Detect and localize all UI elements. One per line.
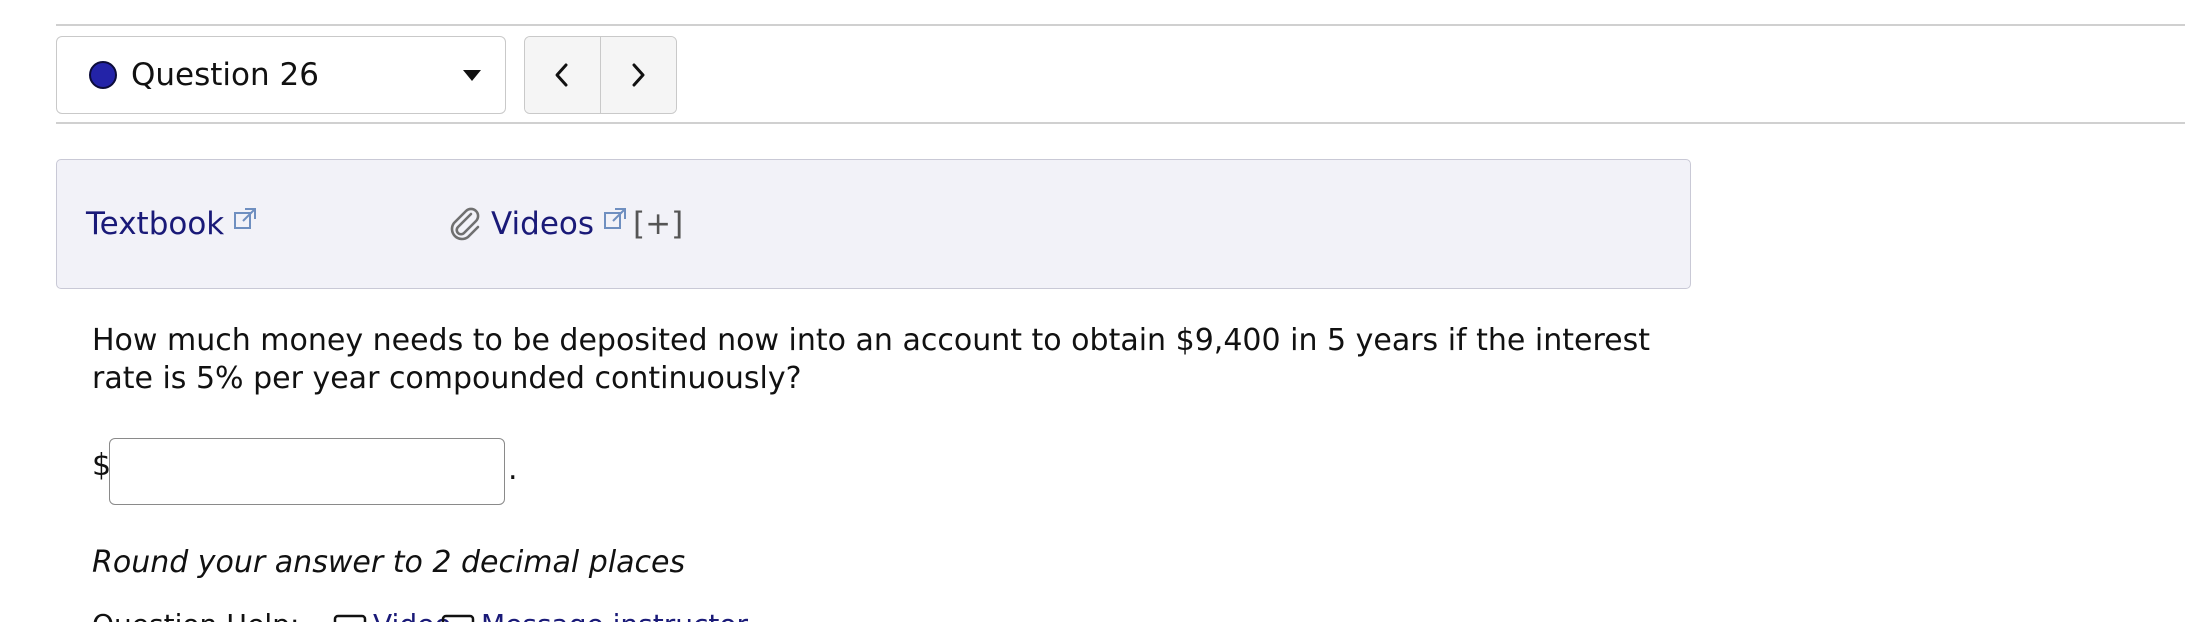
videos-link-label: Videos xyxy=(491,206,595,242)
answer-input[interactable] xyxy=(109,438,505,505)
top-divider xyxy=(56,24,2185,26)
textbook-link-label: Textbook xyxy=(86,206,225,242)
question-nav-group xyxy=(524,36,677,114)
caret-down-icon xyxy=(463,70,481,81)
chevron-left-icon xyxy=(555,63,568,87)
page: Question 26 Textbook Videos [+] How much… xyxy=(0,0,2185,622)
question-help-label: Question Help: xyxy=(92,608,299,622)
previous-question-button[interactable] xyxy=(525,37,601,113)
question-help-message-link[interactable]: Message instructor xyxy=(481,608,748,622)
textbook-link[interactable]: Textbook xyxy=(86,206,258,242)
question-help-video-link[interactable]: Video xyxy=(373,608,451,622)
rounding-instruction: Round your answer to 2 decimal places xyxy=(92,545,686,580)
help-resources-panel: Textbook Videos [+] xyxy=(56,159,1691,289)
videos-expand-toggle[interactable]: [+] xyxy=(633,206,683,242)
external-link-icon xyxy=(604,208,627,229)
message-icon xyxy=(441,614,475,622)
next-question-button[interactable] xyxy=(600,37,676,113)
question-selector[interactable]: Question 26 xyxy=(56,36,506,114)
answer-suffix: . xyxy=(508,452,518,487)
external-link-icon xyxy=(234,208,257,229)
videos-link[interactable]: Videos xyxy=(447,206,628,242)
question-prompt: How much money needs to be deposited now… xyxy=(92,323,1651,396)
question-status-dot xyxy=(89,61,117,89)
header-divider xyxy=(56,122,2185,124)
question-selector-label: Question 26 xyxy=(131,57,319,93)
video-icon xyxy=(333,614,367,622)
paperclip-icon xyxy=(450,207,480,241)
chevron-right-icon xyxy=(632,63,645,87)
